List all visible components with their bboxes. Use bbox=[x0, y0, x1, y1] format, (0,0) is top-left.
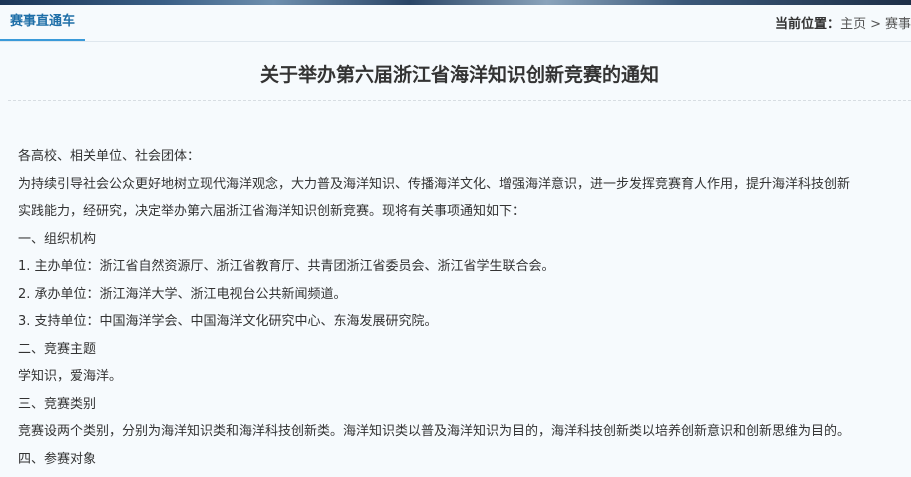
article-paragraph: 2. 承办单位：浙江海洋大学、浙江电视台公共新闻频道。 bbox=[18, 286, 347, 302]
top-bar: 赛事直通车 当前位置：主页 > 赛事 bbox=[0, 5, 911, 42]
breadcrumb-current-link[interactable]: 赛事 bbox=[885, 17, 911, 32]
article-body: 各高校、相关单位、社会团体： 为持续引导社会公众更好地树立现代海洋观念，大力普及… bbox=[18, 144, 911, 474]
breadcrumb-home-link[interactable]: 主页 bbox=[840, 17, 866, 32]
article-paragraph: 二、竞赛主题 bbox=[18, 341, 97, 357]
article-paragraph: 1. 主办单位：浙江省自然资源厅、浙江省教育厅、共青团浙江省委员会、浙江省学生联… bbox=[18, 259, 555, 274]
article-paragraph: 竞赛设两个类别，分别为海洋知识类和海洋科技创新类。海洋知识类以普及海洋知识为目的… bbox=[18, 424, 851, 439]
article-paragraph: 为持续引导社会公众更好地树立现代海洋观念，大力普及海洋知识、传播海洋文化、增强海… bbox=[18, 176, 851, 192]
article-paragraph: 一、组织机构 bbox=[18, 231, 97, 247]
article-title: 关于举办第六届浙江省海洋知识创新竞赛的通知 bbox=[259, 64, 659, 86]
article-paragraph: 三、竞赛类别 bbox=[18, 396, 97, 412]
article-title-area: 关于举办第六届浙江省海洋知识创新竞赛的通知 bbox=[8, 42, 911, 101]
article-paragraph: 学知识，爱海洋。 bbox=[18, 369, 123, 384]
breadcrumb: 当前位置：主页 > 赛事 bbox=[775, 5, 911, 41]
breadcrumb-separator: > bbox=[870, 17, 881, 32]
article-paragraph: 四、参赛对象 bbox=[18, 451, 97, 467]
breadcrumb-label: 当前位置： bbox=[775, 17, 841, 32]
section-tab[interactable]: 赛事直通车 bbox=[0, 5, 86, 41]
article-paragraph: 各高校、相关单位、社会团体： bbox=[18, 149, 201, 164]
article-paragraph: 实践能力，经研究，决定举办第六届浙江省海洋知识创新竞赛。现将有关事项通知如下： bbox=[18, 204, 526, 219]
article-paragraph: 3. 支持单位：中国海洋学会、中国海洋文化研究中心、东海发展研究院。 bbox=[18, 314, 438, 329]
